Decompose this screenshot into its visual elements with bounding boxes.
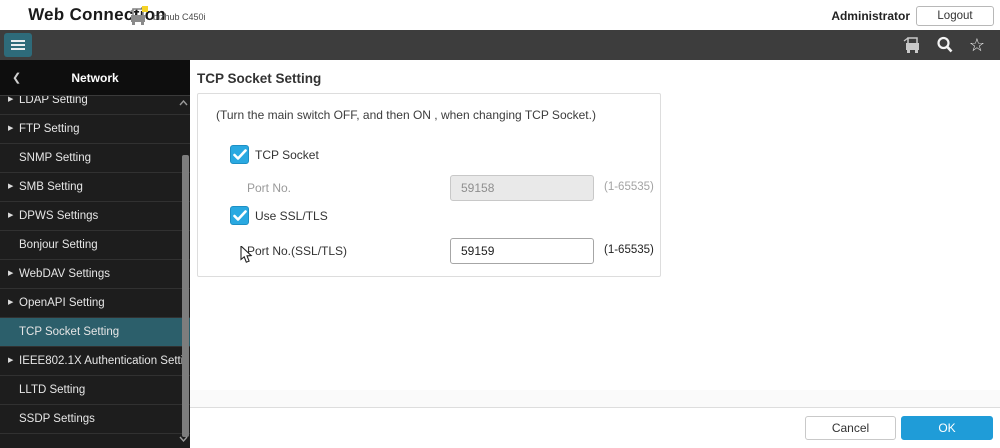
main-toolbar: ☆ [0,30,1000,60]
sidebar-item[interactable]: ▶FTP Setting [0,115,190,144]
tcp-port-range: (1-65535) [604,181,654,193]
sidebar-item-label: TCP Socket Setting [19,318,119,346]
sidebar-item-label: FTP Setting [19,115,80,143]
settings-panel: (Turn the main switch OFF, and then ON ,… [197,93,661,277]
footer-strip [190,390,1000,407]
logged-in-user-label: Administrator [831,9,910,23]
check-icon [233,149,247,161]
footer-divider [190,407,1000,408]
expand-arrow-icon: ▶ [8,202,13,230]
app-header: Web Connection bizhub C450i Administrato… [0,0,1000,30]
web-connection-app: Web Connection bizhub C450i Administrato… [0,0,1000,448]
network-sidebar: ❮ Network ▶LDAP Setting▶FTP SettingSNMP … [0,60,190,448]
use-ssl-checkbox-label: Use SSL/TLS [255,209,328,223]
sidebar-item-label: IEEE802.1X Authentication Setting [19,347,190,375]
tcp-port-input [450,175,594,201]
ok-button[interactable]: OK [901,416,993,440]
hamburger-menu-button[interactable] [4,33,32,57]
sidebar-item-label: LLTD Setting [19,376,85,404]
sidebar-title: Network [0,71,190,85]
printer-icon [903,35,923,55]
scroll-up-icon[interactable] [179,100,188,106]
sidebar-item-label: Bonjour Setting [19,231,98,259]
tcp-socket-checkbox-label: TCP Socket [255,148,319,162]
restart-note: (Turn the main switch OFF, and then ON ,… [216,108,596,122]
sidebar-item[interactable]: TCP Socket Setting [0,318,190,347]
expand-arrow-icon: ▶ [8,173,13,201]
expand-arrow-icon: ▶ [8,347,13,375]
sidebar-header: ❮ Network [0,60,190,96]
sidebar-scrollbar-thumb[interactable] [182,155,189,437]
expand-arrow-icon: ▶ [8,289,13,317]
device-printer-icon [129,5,149,27]
tcp-socket-checkbox[interactable] [230,145,249,164]
sidebar-item[interactable]: LLTD Setting [0,376,190,405]
cancel-button[interactable]: Cancel [805,416,896,440]
sidebar-item[interactable]: Bonjour Setting [0,231,190,260]
hamburger-icon [11,40,25,42]
expand-arrow-icon: ▶ [8,96,13,114]
ssl-port-row: Port No.(SSL/TLS) (1-65535) [198,238,662,264]
sidebar-item[interactable]: ▶IEEE802.1X Authentication Setting [0,347,190,376]
favorites-button[interactable]: ☆ [966,35,988,55]
sidebar-item[interactable]: SSDP Settings [0,405,190,434]
main-content: TCP Socket Setting (Turn the main switch… [190,60,1000,448]
sidebar-list: ▶LDAP Setting▶FTP SettingSNMP Setting▶SM… [0,96,190,448]
sidebar-item-label: SNMP Setting [19,144,91,172]
sidebar-item-label: WebDAV Settings [19,260,110,288]
printer-status-button[interactable] [902,35,924,55]
sidebar-item[interactable]: ▶SMB Setting [0,173,190,202]
sidebar-item-label: SMB Setting [19,173,83,201]
sidebar-item[interactable]: ▶WebDAV Settings [0,260,190,289]
scroll-down-icon[interactable] [179,436,188,442]
logout-button[interactable]: Logout [916,6,994,26]
star-icon: ☆ [969,35,985,55]
sidebar-item[interactable]: ▶OpenAPI Setting [0,289,190,318]
ssl-port-range: (1-65535) [604,244,654,256]
check-icon [233,210,247,222]
sidebar-item-label: LDAP Setting [19,96,88,114]
sidebar-item[interactable]: SNMP Setting [0,144,190,173]
sidebar-item-label: SSDP Settings [19,405,95,433]
search-icon [935,35,955,55]
expand-arrow-icon: ▶ [8,260,13,288]
expand-arrow-icon: ▶ [8,115,13,143]
page-title: TCP Socket Setting [197,71,321,86]
device-name-label: bizhub C450i [153,12,206,22]
use-ssl-checkbox[interactable] [230,206,249,225]
sidebar-item[interactable]: ▶ LDAP Setting [0,96,190,115]
tcp-port-label: Port No. [247,181,291,195]
sidebar-item[interactable]: ▶DPWS Settings [0,202,190,231]
search-button[interactable] [934,35,956,55]
ssl-port-input[interactable] [450,238,594,264]
sidebar-item-label: OpenAPI Setting [19,289,105,317]
ssl-port-label: Port No.(SSL/TLS) [247,244,347,258]
sidebar-item-label: DPWS Settings [19,202,98,230]
tcp-port-row: Port No. (1-65535) [198,175,662,201]
